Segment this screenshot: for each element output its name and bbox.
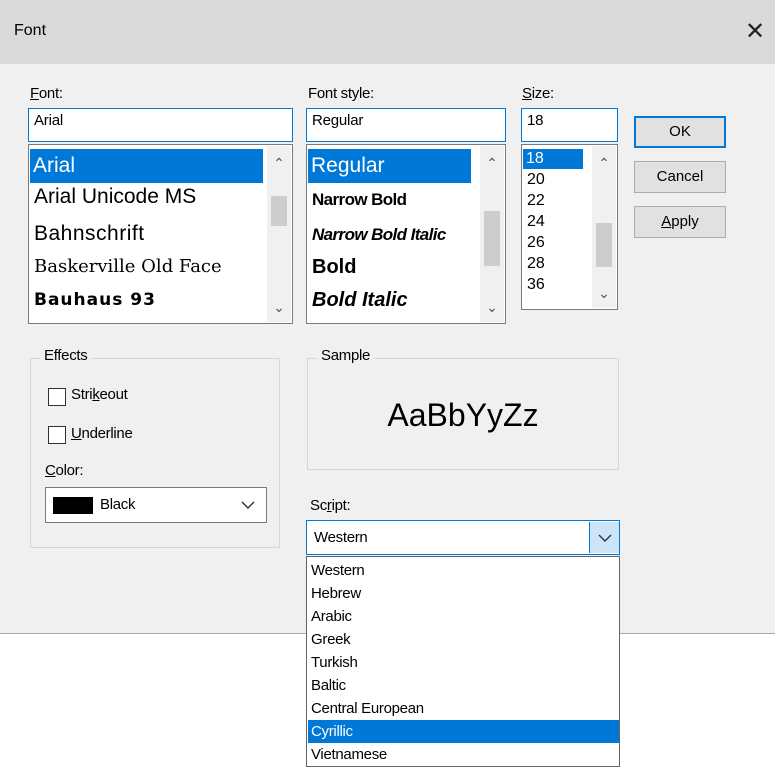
script-value: Western	[314, 529, 368, 546]
script-option-central-european[interactable]: Central European	[308, 697, 619, 720]
size-list-scrollbar[interactable]: ⌃ ⌄	[592, 146, 616, 308]
size-item[interactable]: 26	[523, 234, 545, 252]
script-option-cyrillic[interactable]: Cyrillic	[308, 720, 619, 743]
underline-checkbox[interactable]	[48, 426, 66, 444]
ok-button[interactable]: OK	[634, 116, 726, 148]
size-item[interactable]: 28	[523, 255, 545, 273]
size-input[interactable]: 18	[521, 108, 618, 142]
scroll-up-icon[interactable]: ⌃	[267, 148, 291, 178]
close-icon[interactable]: ✕	[735, 10, 775, 54]
style-item-bold-italic[interactable]: Bold Italic	[308, 289, 408, 312]
script-option-baltic[interactable]: Baltic	[308, 674, 619, 697]
color-label: Color:	[45, 462, 84, 479]
script-option-turkish[interactable]: Turkish	[308, 651, 619, 674]
size-label: Size:	[522, 85, 554, 102]
scroll-down-icon[interactable]: ⌄	[592, 278, 616, 308]
window-title: Font	[14, 22, 47, 39]
size-item[interactable]: 24	[523, 213, 545, 231]
scroll-thumb[interactable]	[596, 223, 612, 267]
color-value: Black	[100, 496, 136, 513]
scroll-thumb[interactable]	[271, 196, 287, 226]
font-style-label: Font style:	[308, 85, 374, 102]
apply-button[interactable]: Apply	[634, 206, 726, 238]
size-list[interactable]: 18 20 22 24 26 28 36 ⌃ ⌄	[521, 144, 618, 310]
underline-label: Underline	[71, 425, 133, 442]
title-bar: Font ✕	[0, 0, 775, 64]
size-item[interactable]: 20	[523, 171, 545, 189]
chevron-down-icon[interactable]	[241, 501, 255, 510]
font-style-input[interactable]: Regular	[306, 108, 506, 142]
cancel-button[interactable]: Cancel	[634, 161, 726, 193]
size-item[interactable]: 18	[523, 149, 583, 169]
font-item-bauhaus[interactable]: Bauhaus 93	[30, 290, 156, 310]
font-item-bahnschrift[interactable]: Bahnschrift	[30, 222, 145, 246]
sample-legend: Sample	[317, 347, 375, 364]
script-option-vietnamese[interactable]: Vietnamese	[308, 743, 619, 766]
font-label: Font:	[30, 85, 63, 102]
style-item-bold[interactable]: Bold	[308, 256, 356, 279]
font-item-baskerville[interactable]: Baskerville Old Face	[30, 256, 222, 277]
script-option-western[interactable]: Western	[308, 559, 619, 582]
strikeout-checkbox[interactable]	[48, 388, 66, 406]
font-name-input[interactable]: Arial	[28, 108, 293, 142]
font-list[interactable]: Arial Arial Unicode MS Bahnschrift Baske…	[28, 144, 293, 324]
style-item-narrow-bold-italic[interactable]: Narrow Bold Italic	[308, 225, 482, 245]
strikeout-label: Strikeout	[71, 386, 128, 403]
chevron-down-icon	[598, 534, 612, 542]
script-option-arabic[interactable]: Arabic	[308, 605, 619, 628]
size-item[interactable]: 36	[523, 276, 545, 294]
effects-legend: Effects	[40, 347, 92, 364]
script-dropdown-button[interactable]	[589, 522, 619, 553]
sample-preview: AaBbYyZz	[387, 397, 539, 433]
font-item-arial[interactable]: Arial	[30, 149, 263, 183]
script-option-greek[interactable]: Greek	[308, 628, 619, 651]
script-dropdown-list[interactable]: Western Hebrew Arabic Greek Turkish Balt…	[306, 556, 620, 767]
color-swatch	[53, 497, 93, 514]
scroll-up-icon[interactable]: ⌃	[592, 148, 616, 178]
scroll-down-icon[interactable]: ⌄	[480, 292, 504, 322]
script-option-hebrew[interactable]: Hebrew	[308, 582, 619, 605]
script-label: Script:	[310, 497, 351, 514]
font-item-arial-unicode[interactable]: Arial Unicode MS	[30, 185, 196, 209]
style-item-narrow-bold[interactable]: Narrow Bold	[308, 190, 407, 210]
scroll-down-icon[interactable]: ⌄	[267, 292, 291, 322]
scroll-thumb[interactable]	[484, 211, 500, 266]
script-select[interactable]: Western	[306, 520, 620, 555]
font-dialog: Font ✕ Font: Arial Arial Arial Unicode M…	[0, 0, 775, 634]
scroll-up-icon[interactable]: ⌃	[480, 148, 504, 178]
size-item[interactable]: 22	[523, 192, 545, 210]
style-item-regular[interactable]: Regular	[308, 149, 471, 183]
font-list-scrollbar[interactable]: ⌃ ⌄	[267, 146, 291, 322]
font-style-list[interactable]: Regular Narrow Bold Narrow Bold Italic B…	[306, 144, 506, 324]
style-list-scrollbar[interactable]: ⌃ ⌄	[480, 146, 504, 322]
color-select[interactable]: Black	[45, 487, 267, 523]
